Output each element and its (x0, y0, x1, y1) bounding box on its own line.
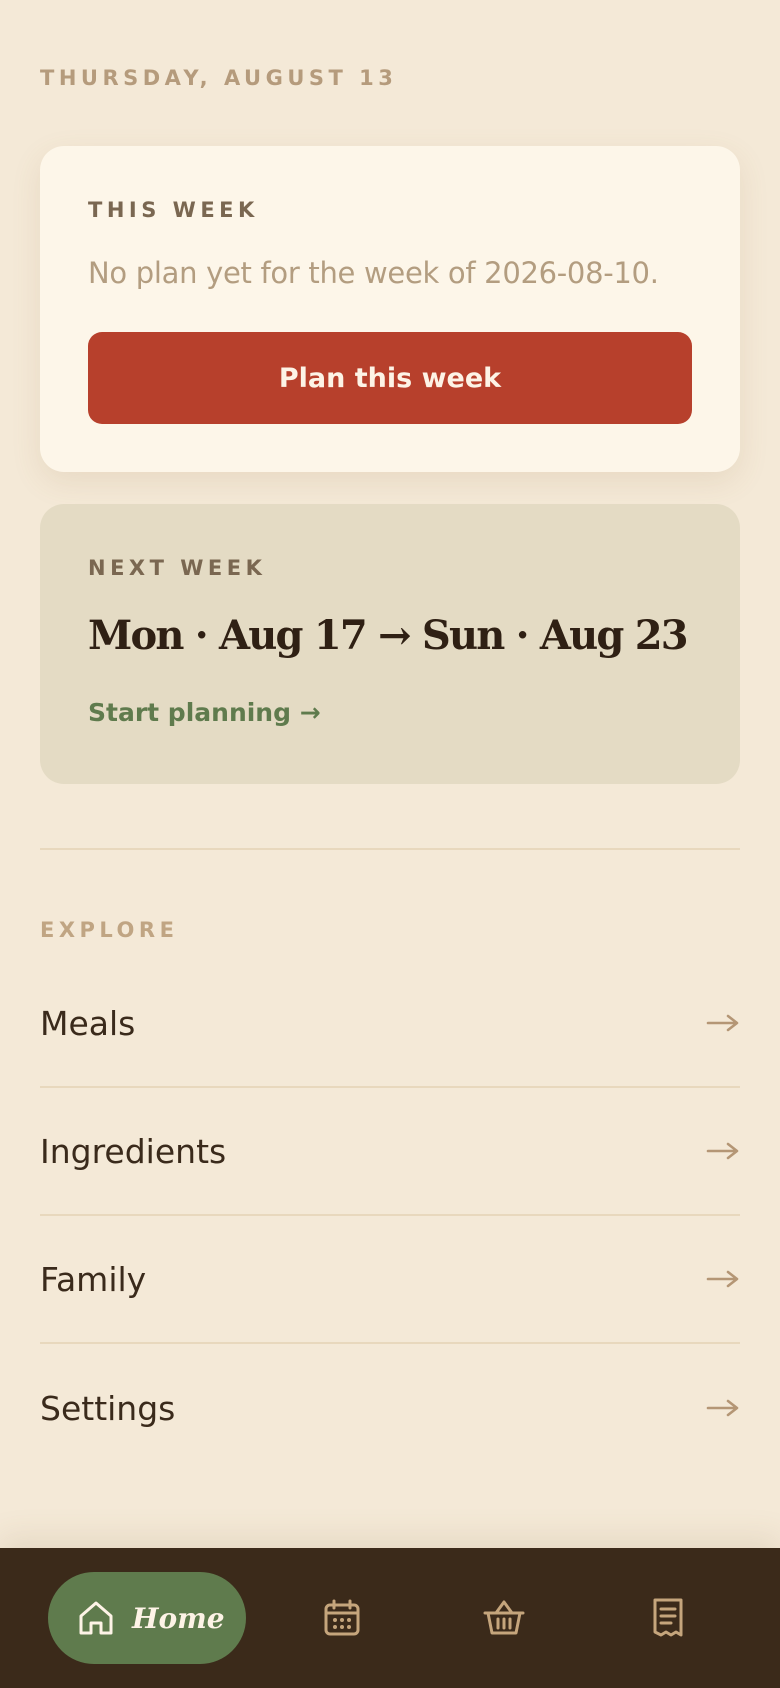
plan-this-week-button[interactable]: Plan this week (88, 332, 692, 424)
this-week-eyebrow: THIS WEEK (88, 198, 259, 222)
nav-calendar-button[interactable] (316, 1592, 368, 1644)
receipt-icon (653, 1598, 683, 1637)
start-planning-link[interactable]: Start planning → (88, 698, 321, 727)
explore-item-label: Family (40, 1259, 147, 1299)
next-week-eyebrow: NEXT WEEK (88, 556, 267, 580)
explore-item-label: Settings (40, 1388, 176, 1428)
next-week-range: Mon · Aug 17 → Sun · Aug 23 (88, 612, 689, 659)
section-divider (40, 848, 740, 850)
explore-item-meals[interactable]: Meals (40, 960, 740, 1088)
nav-home-label: Home (132, 1601, 225, 1635)
explore-item-label: Meals (40, 1003, 136, 1043)
explore-label: EXPLORE (40, 918, 179, 942)
nav-receipt-button[interactable] (642, 1592, 694, 1644)
explore-list: Meals Ingredients Family Settings (40, 960, 740, 1472)
nav-basket-button[interactable] (478, 1592, 530, 1644)
arrow-right-icon (706, 1399, 739, 1417)
nav-home-button[interactable]: Home (48, 1572, 246, 1664)
explore-item-settings[interactable]: Settings (40, 1344, 740, 1472)
this-week-card: THIS WEEK No plan yet for the week of 20… (40, 146, 740, 472)
calendar-icon (324, 1599, 360, 1636)
explore-item-label: Ingredients (40, 1131, 227, 1171)
arrow-right-icon (706, 1014, 739, 1032)
explore-item-ingredients[interactable]: Ingredients (40, 1088, 740, 1216)
date-label: THURSDAY, AUGUST 13 (40, 66, 398, 90)
no-plan-message: No plan yet for the week of 2026-08-10. (88, 256, 659, 290)
next-week-card: NEXT WEEK Mon · Aug 17 → Sun · Aug 23 St… (40, 504, 740, 784)
arrow-right-icon (706, 1270, 739, 1288)
home-icon (79, 1601, 113, 1635)
explore-item-family[interactable]: Family (40, 1216, 740, 1344)
bottom-nav: Home (0, 1548, 780, 1688)
basket-icon (483, 1600, 525, 1635)
arrow-right-icon (706, 1142, 739, 1160)
